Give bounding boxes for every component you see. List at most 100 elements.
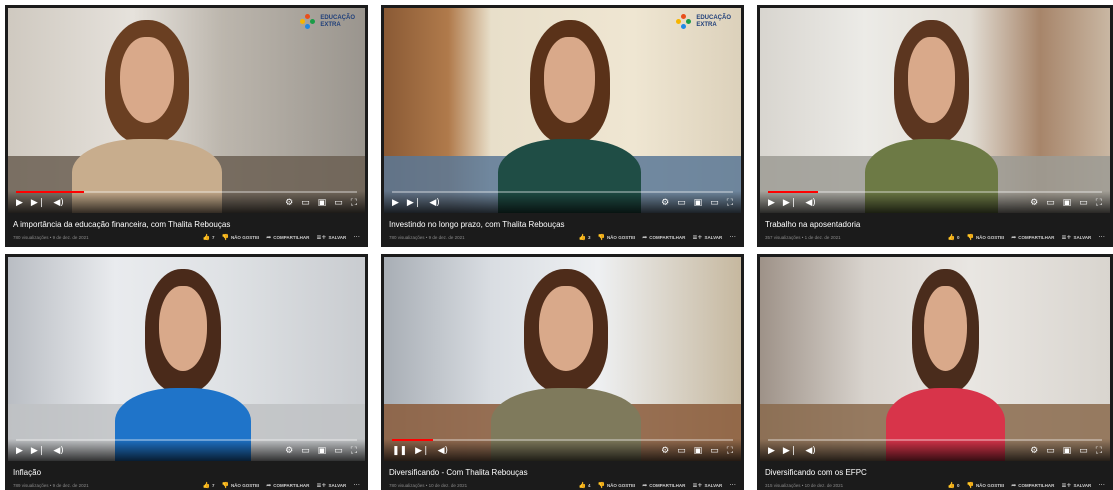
save-button[interactable]: ≡+ SALVAR (1061, 482, 1091, 489)
subtitles-icon[interactable]: ▭ (677, 445, 686, 457)
more-options-icon[interactable]: ··· (1098, 481, 1105, 489)
subtitles-icon[interactable]: ▭ (301, 445, 310, 457)
theater-icon[interactable]: ▭ (334, 197, 343, 209)
video-title[interactable]: Inflação (13, 468, 360, 478)
save-button[interactable]: ≡+ SALVAR (316, 482, 346, 489)
next-icon[interactable]: ▶❘ (407, 197, 421, 209)
video-card[interactable]: EDUCAÇÃO EXTRA ▶ ▶❘ ◀) ⚙ ▭ ▣ ▭ ⛶ A importância da … (5, 5, 368, 247)
theater-icon[interactable]: ▭ (710, 197, 719, 209)
dislike-button[interactable]: 👎 NÃO GOSTEI (221, 234, 259, 241)
miniplayer-icon[interactable]: ▣ (318, 445, 327, 457)
video-player[interactable]: ▶ ▶❘ ◀) ⚙ ▭ ▣ ▭ ⛶ (760, 8, 1110, 213)
more-options-icon[interactable]: ··· (353, 233, 360, 241)
settings-icon[interactable]: ⚙ (661, 197, 669, 209)
like-button[interactable]: 👍 7 (202, 482, 214, 489)
fullscreen-icon[interactable]: ⛶ (351, 197, 357, 209)
share-button[interactable]: ➦ COMPARTILHAR (642, 234, 685, 241)
video-player[interactable]: EDUCAÇÃO EXTRA ▶ ▶❘ ◀) ⚙ ▭ ▣ ▭ ⛶ (384, 8, 741, 213)
volume-icon[interactable]: ◀) (429, 197, 439, 209)
save-button[interactable]: ≡+ SALVAR (692, 482, 722, 489)
video-card[interactable]: ❚❚ ▶❘ ◀) ⚙ ▭ ▣ ▭ ⛶ Diversificando - Com Thalita … (381, 254, 744, 490)
volume-icon[interactable]: ◀) (805, 197, 815, 209)
more-options-icon[interactable]: ··· (729, 481, 736, 489)
like-button[interactable]: 👍 0 (947, 234, 959, 241)
save-button[interactable]: ≡+ SALVAR (1061, 234, 1091, 241)
next-icon[interactable]: ▶❘ (31, 197, 45, 209)
more-options-icon[interactable]: ··· (1098, 233, 1105, 241)
share-button[interactable]: ➦ COMPARTILHAR (642, 482, 685, 489)
pause-icon[interactable]: ❚❚ (392, 445, 407, 457)
dislike-button[interactable]: 👎 NÃO GOSTEI (966, 234, 1004, 241)
like-button[interactable]: 👍 3 (578, 234, 590, 241)
video-player[interactable]: EDUCAÇÃO EXTRA ▶ ▶❘ ◀) ⚙ ▭ ▣ ▭ ⛶ (8, 8, 365, 213)
miniplayer-icon[interactable]: ▣ (694, 197, 703, 209)
progress-bar[interactable] (16, 439, 357, 441)
subtitles-icon[interactable]: ▭ (1046, 197, 1055, 209)
save-button[interactable]: ≡+ SALVAR (316, 234, 346, 241)
share-button[interactable]: ➦ COMPARTILHAR (1011, 482, 1054, 489)
video-card[interactable]: ▶ ▶❘ ◀) ⚙ ▭ ▣ ▭ ⛶ Inflação 789 visualizações • 9 … (5, 254, 368, 490)
fullscreen-icon[interactable]: ⛶ (727, 445, 733, 457)
fullscreen-icon[interactable]: ⛶ (1096, 445, 1102, 457)
video-title[interactable]: Diversificando com os EFPC (765, 468, 1105, 478)
volume-icon[interactable]: ◀) (805, 445, 815, 457)
miniplayer-icon[interactable]: ▣ (1063, 445, 1072, 457)
video-title[interactable]: A importância da educação financeira, co… (13, 220, 360, 230)
like-button[interactable]: 👍 0 (947, 482, 959, 489)
settings-icon[interactable]: ⚙ (1030, 197, 1038, 209)
play-icon[interactable]: ▶ (768, 445, 775, 457)
video-card[interactable]: ▶ ▶❘ ◀) ⚙ ▭ ▣ ▭ ⛶ Diversificando com os EFPC 315 … (757, 254, 1113, 490)
share-button[interactable]: ➦ COMPARTILHAR (266, 482, 309, 489)
settings-icon[interactable]: ⚙ (1030, 445, 1038, 457)
theater-icon[interactable]: ▭ (334, 445, 343, 457)
theater-icon[interactable]: ▭ (710, 445, 719, 457)
save-button[interactable]: ≡+ SALVAR (692, 234, 722, 241)
settings-icon[interactable]: ⚙ (285, 445, 293, 457)
next-icon[interactable]: ▶❘ (415, 445, 429, 457)
more-options-icon[interactable]: ··· (729, 233, 736, 241)
dislike-button[interactable]: 👎 NÃO GOSTEI (221, 482, 259, 489)
video-player[interactable]: ▶ ▶❘ ◀) ⚙ ▭ ▣ ▭ ⛶ (8, 257, 365, 461)
volume-icon[interactable]: ◀) (438, 445, 448, 457)
fullscreen-icon[interactable]: ⛶ (1096, 197, 1102, 209)
video-title[interactable]: Trabalho na aposentadoria (765, 220, 1105, 230)
fullscreen-icon[interactable]: ⛶ (727, 197, 733, 209)
miniplayer-icon[interactable]: ▣ (1063, 197, 1072, 209)
video-title[interactable]: Investindo no longo prazo, com Thalita R… (389, 220, 736, 230)
volume-icon[interactable]: ◀) (53, 445, 63, 457)
theater-icon[interactable]: ▭ (1079, 197, 1088, 209)
video-title[interactable]: Diversificando - Com Thalita Rebouças (389, 468, 736, 478)
subtitles-icon[interactable]: ▭ (301, 197, 310, 209)
progress-bar[interactable] (768, 439, 1102, 441)
next-icon[interactable]: ▶❘ (31, 445, 45, 457)
dislike-button[interactable]: 👎 NÃO GOSTEI (966, 482, 1004, 489)
next-icon[interactable]: ▶❘ (783, 197, 797, 209)
dislike-button[interactable]: 👎 NÃO GOSTEI (597, 234, 635, 241)
video-player[interactable]: ▶ ▶❘ ◀) ⚙ ▭ ▣ ▭ ⛶ (760, 257, 1110, 461)
more-options-icon[interactable]: ··· (353, 481, 360, 489)
share-button[interactable]: ➦ COMPARTILHAR (266, 234, 309, 241)
video-card[interactable]: EDUCAÇÃO EXTRA ▶ ▶❘ ◀) ⚙ ▭ ▣ ▭ ⛶ Investindo no lon… (381, 5, 744, 247)
theater-icon[interactable]: ▭ (1079, 445, 1088, 457)
video-card[interactable]: ▶ ▶❘ ◀) ⚙ ▭ ▣ ▭ ⛶ Trabalho na aposentadoria 357 v… (757, 5, 1113, 247)
play-icon[interactable]: ▶ (16, 445, 23, 457)
settings-icon[interactable]: ⚙ (661, 445, 669, 457)
progress-bar[interactable] (768, 191, 1102, 193)
subtitles-icon[interactable]: ▭ (677, 197, 686, 209)
play-icon[interactable]: ▶ (392, 197, 399, 209)
miniplayer-icon[interactable]: ▣ (318, 197, 327, 209)
video-player[interactable]: ❚❚ ▶❘ ◀) ⚙ ▭ ▣ ▭ ⛶ (384, 257, 741, 461)
progress-bar[interactable] (16, 191, 357, 193)
next-icon[interactable]: ▶❘ (783, 445, 797, 457)
miniplayer-icon[interactable]: ▣ (694, 445, 703, 457)
play-icon[interactable]: ▶ (768, 197, 775, 209)
dislike-button[interactable]: 👎 NÃO GOSTEI (597, 482, 635, 489)
like-button[interactable]: 👍 7 (202, 234, 214, 241)
progress-bar[interactable] (392, 191, 733, 193)
settings-icon[interactable]: ⚙ (285, 197, 293, 209)
share-button[interactable]: ➦ COMPARTILHAR (1011, 234, 1054, 241)
like-button[interactable]: 👍 4 (578, 482, 590, 489)
play-icon[interactable]: ▶ (16, 197, 23, 209)
volume-icon[interactable]: ◀) (53, 197, 63, 209)
progress-bar[interactable] (392, 439, 733, 441)
